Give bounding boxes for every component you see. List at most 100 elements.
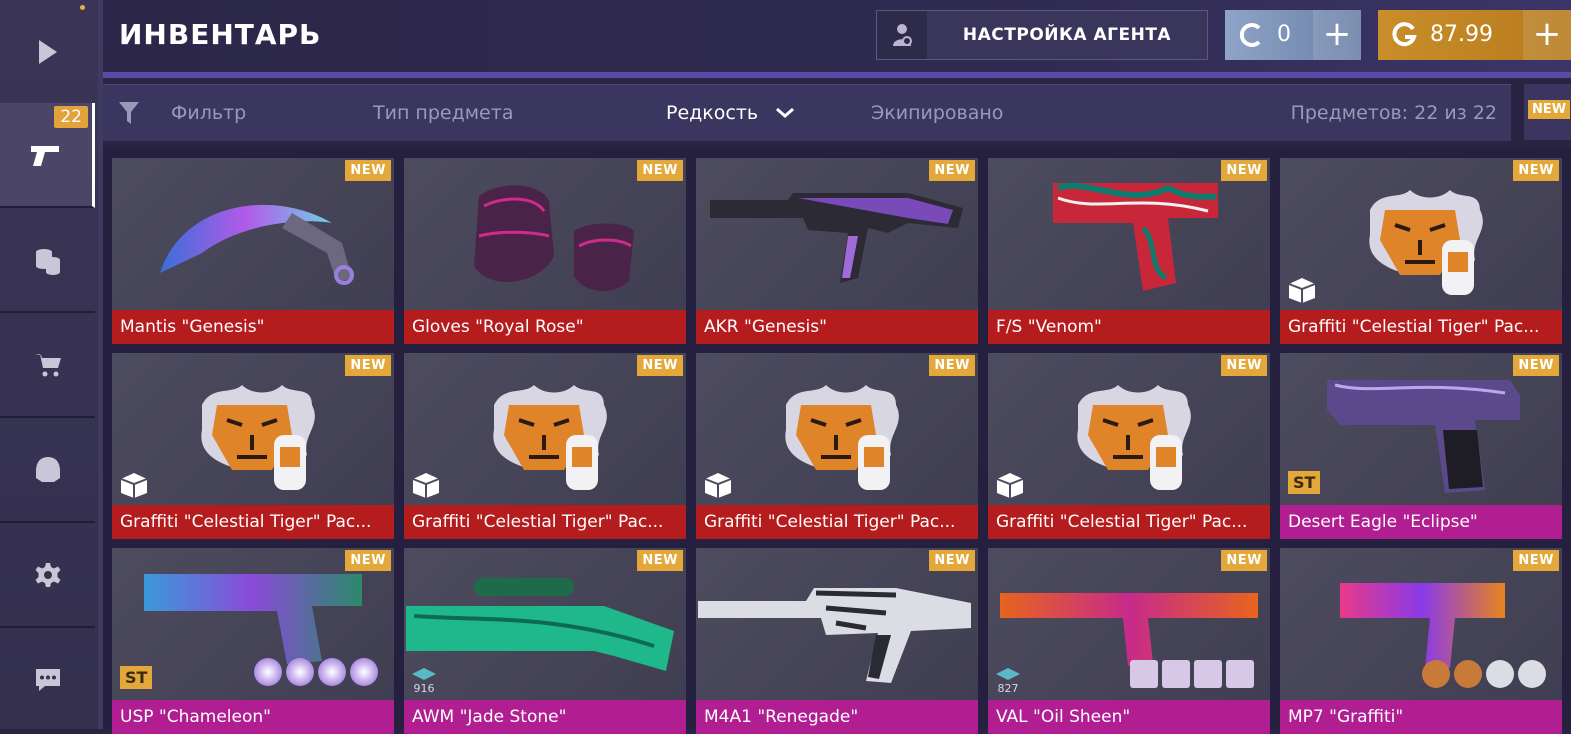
item-card[interactable]: NEW M4A1 "Renegade"	[696, 548, 978, 734]
desert-eagle-image	[1327, 380, 1520, 493]
new-badge: NEW	[929, 160, 975, 181]
item-card[interactable]: NEW Gloves "Royal Rose"	[404, 158, 686, 344]
sticker-icon	[1130, 660, 1158, 688]
silver-coin-icon	[1239, 23, 1261, 47]
item-card[interactable]: NEW Graffiti "Celestial Tiger" Pac...	[112, 353, 394, 539]
new-badge: NEW	[345, 355, 391, 376]
item-name: Graffiti "Celestial Tiger" Pac...	[696, 505, 978, 539]
new-badge: NEW	[345, 160, 391, 181]
item-card[interactable]: NEW F/S "Venom"	[988, 158, 1270, 344]
filter-button[interactable]: Фильтр	[171, 85, 246, 141]
item-card[interactable]: NEW Mantis "Genesis"	[112, 158, 394, 344]
item-name: Graffiti "Celestial Tiger" Pac...	[1280, 310, 1562, 344]
tiger-graffiti-image	[1077, 385, 1191, 490]
item-name: AKR "Genesis"	[696, 310, 978, 344]
sticker-icon	[318, 658, 346, 686]
sticker-icon	[1454, 660, 1482, 688]
package-icon	[412, 473, 440, 498]
sidebar-item-coins[interactable]	[0, 208, 95, 313]
page-title: ИНВЕНТАРЬ	[119, 18, 322, 51]
equipped-filter[interactable]: Экипировано	[871, 85, 1003, 141]
sidebar-item-play[interactable]	[0, 0, 95, 105]
tiger-graffiti-image	[785, 385, 899, 490]
item-card[interactable]: NEW Graffiti "Celestial Tiger" Pac...	[696, 353, 978, 539]
filter-icon[interactable]	[117, 99, 141, 127]
chat-icon	[35, 668, 60, 691]
stattrack-badge: ST	[1288, 471, 1321, 494]
sidebar-item-inventory[interactable]: 22	[0, 103, 95, 208]
new-badge: NEW	[637, 160, 683, 181]
item-name: F/S "Venom"	[988, 310, 1270, 344]
stattrack-badge: ST	[120, 666, 153, 689]
item-name: Graffiti "Celestial Tiger" Pac...	[988, 505, 1270, 539]
rank-icon	[412, 668, 436, 680]
sidebar: 22	[0, 0, 98, 729]
new-badge: NEW	[345, 550, 391, 571]
item-name: Desert Eagle "Eclipse"	[1280, 505, 1562, 539]
cart-icon	[34, 353, 61, 376]
new-badge: NEW	[1221, 355, 1267, 376]
sidebar-item-settings[interactable]	[0, 523, 95, 628]
item-card[interactable]: 916 NEW AWM "Jade Stone"	[404, 548, 686, 734]
agent-settings-button[interactable]: НАСТРОЙКА АГЕНТА	[876, 10, 1208, 60]
gold-coin-icon	[1392, 22, 1417, 47]
usp-image	[144, 574, 362, 664]
item-count: Предметов: 22 из 22	[1290, 102, 1497, 124]
gold-currency: 87.99 +	[1378, 10, 1571, 60]
agent-icon	[877, 11, 927, 59]
rarity-filter[interactable]: Редкость	[666, 85, 758, 141]
level-value: 916	[413, 682, 435, 695]
mp7-image	[1340, 583, 1505, 668]
gear-icon	[35, 562, 60, 587]
package-icon	[996, 473, 1024, 498]
sticker-icon	[1422, 660, 1450, 688]
sticker-icon	[1194, 660, 1222, 688]
top-bar: ИНВЕНТАРЬ НАСТРОЙКА АГЕНТА 0 + 87.99 +	[103, 0, 1571, 76]
pistol-image	[1053, 182, 1218, 291]
sticker-row	[1422, 660, 1546, 688]
new-items-tab[interactable]: NEW	[1524, 84, 1571, 140]
item-type-filter[interactable]: Тип предмета	[373, 85, 513, 141]
item-card[interactable]: NEW MP7 "Graffiti"	[1280, 548, 1562, 734]
silver-currency: 0 +	[1225, 10, 1361, 60]
agent-settings-label: НАСТРОЙКА АГЕНТА	[962, 25, 1172, 45]
item-card[interactable]: 827 NEW VAL "Oil Sheen"	[988, 548, 1270, 734]
sidebar-item-agent[interactable]	[0, 418, 95, 523]
new-badge: NEW	[637, 550, 683, 571]
gloves-image	[474, 185, 634, 292]
sidebar-item-chat[interactable]	[0, 628, 95, 731]
new-badge: NEW	[1513, 550, 1559, 571]
item-name: Gloves "Royal Rose"	[404, 310, 686, 344]
helmet-icon	[35, 456, 60, 482]
karambit-image	[160, 204, 354, 285]
item-card[interactable]: ST NEW USP "Chameleon"	[112, 548, 394, 734]
item-name: Graffiti "Celestial Tiger" Pac...	[404, 505, 686, 539]
tiger-graffiti-image	[1369, 190, 1483, 295]
inventory-grid: NEW Mantis "Genesis" NEW Gloves "Royal R…	[103, 148, 1571, 734]
new-badge: NEW	[1513, 355, 1559, 376]
new-badge: NEW	[1513, 160, 1559, 181]
item-name: Mantis "Genesis"	[112, 310, 394, 344]
item-name: Graffiti "Celestial Tiger" Pac...	[112, 505, 394, 539]
tiger-graffiti-image	[493, 385, 607, 490]
sidebar-item-shop[interactable]	[0, 313, 95, 418]
item-card[interactable]: ST NEW Desert Eagle "Eclipse"	[1280, 353, 1562, 539]
item-card[interactable]: NEW AKR "Genesis"	[696, 158, 978, 344]
awm-image	[406, 578, 674, 671]
tiger-graffiti-image	[201, 385, 315, 490]
gold-add-button[interactable]: +	[1523, 10, 1571, 60]
inventory-count-badge: 22	[54, 106, 88, 128]
pistol-icon	[31, 145, 59, 166]
package-icon	[704, 473, 732, 498]
item-card[interactable]: NEW Graffiti "Celestial Tiger" Pac...	[404, 353, 686, 539]
silver-value: 0	[1277, 22, 1291, 47]
header-divider	[103, 72, 1571, 78]
new-badge: NEW	[929, 550, 975, 571]
item-card[interactable]: NEW Graffiti "Celestial Tiger" Pac...	[988, 353, 1270, 539]
chevron-down-icon[interactable]	[775, 107, 795, 119]
new-badge: NEW	[1221, 550, 1267, 571]
package-icon	[120, 473, 148, 498]
silver-add-button[interactable]: +	[1313, 10, 1361, 60]
new-badge: NEW	[637, 355, 683, 376]
item-card[interactable]: NEW Graffiti "Celestial Tiger" Pac...	[1280, 158, 1562, 344]
